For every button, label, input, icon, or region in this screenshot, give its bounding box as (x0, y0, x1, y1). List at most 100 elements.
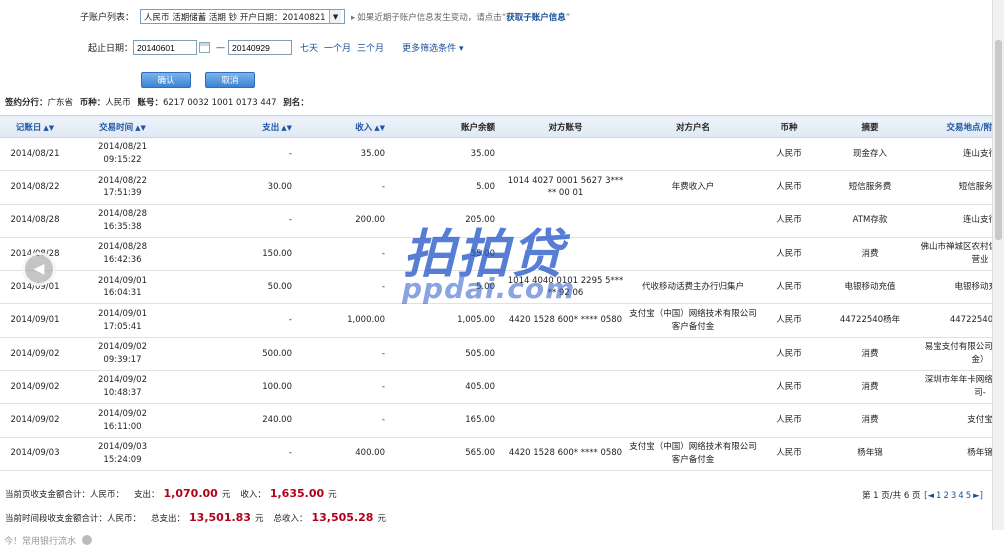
page-info: 第 1 页/共 6 页 (861, 491, 921, 501)
account-select[interactable]: 人民币 活期储蓄 活期 钞 开户日期：20140821 ▼ (140, 9, 346, 24)
page-in-amount: 1,635.00 (269, 487, 325, 500)
account-number-value: 6217 0032 1001 0173 447 (162, 98, 277, 108)
cell-expense: - (175, 303, 300, 338)
cell-post-date: 2014/08/28 (0, 204, 70, 238)
cell-currency: 人民币 (758, 170, 820, 205)
chevron-down-icon[interactable]: ▼ (329, 10, 342, 23)
cell-expense: 50.00 (175, 270, 300, 305)
cell-expense: - (175, 204, 300, 238)
page-link-4[interactable]: 4 (958, 491, 963, 501)
cell-memo: 杨年锦 (820, 437, 920, 471)
cell-income: - (300, 370, 393, 405)
currency-value: 人民币 (105, 98, 131, 108)
cell-income: - (300, 170, 393, 205)
cell-balance: 165.00 (393, 403, 503, 438)
col-header-income[interactable]: 收入 ▲▼ (300, 115, 393, 138)
cell-balance: 1,005.00 (393, 303, 503, 338)
page-first-link[interactable]: [◄ (924, 491, 934, 501)
cell-txn-time: 2014/08/21 09:15:22 (70, 137, 175, 172)
yuan-unit: 元 (221, 490, 231, 500)
calendar-icon[interactable] (199, 42, 211, 53)
page-in-label: 收入： (240, 490, 266, 500)
table-row: 2014/09/03 2014/09/03 15:24:09-400.00 565.0… (0, 437, 1004, 471)
pagination: 第 1 页/共 6 页 [◄ 1 2 3 4 5 ►] (862, 489, 984, 501)
range-out-amount: 13,501.83 (189, 511, 251, 524)
cell-counter-name: 支付宝（中国）网络技术有限公司客户备付金 (628, 437, 758, 471)
cell-currency: 人民币 (758, 437, 820, 471)
table-row: 2014/09/02 2014/09/02 16:11:00 240.00-165.0… (0, 403, 1004, 438)
col-header-label: 收入 (355, 122, 373, 133)
cell-currency: 人民币 (758, 237, 820, 272)
cell-balance: 5.00 (393, 170, 503, 205)
confirm-button[interactable]: 确认 (141, 72, 191, 88)
cell-counter-name: 代收移动话费主办行归集户 (628, 270, 758, 305)
page-out-amount: 1,070.00 (163, 487, 218, 500)
page-last-link[interactable]: ►] (973, 491, 983, 501)
txn-date: 2014/08/28 (98, 208, 147, 219)
cell-currency: 人民币 (758, 204, 820, 238)
cell-expense: - (175, 437, 300, 471)
cell-currency: 人民币 (758, 370, 820, 405)
cancel-button[interactable]: 取消 (205, 72, 255, 88)
col-header-txn-time[interactable]: 交易时间 ▲▼ (70, 115, 175, 138)
page-link-3[interactable]: 3 (951, 491, 956, 501)
txn-clock: 10:48:37 (103, 388, 142, 399)
chevron-down-icon: ▾ (458, 44, 464, 54)
cell-post-date: 2014/09/03 (0, 437, 70, 471)
previous-page-arrow-button[interactable]: ◀ (22, 252, 56, 286)
col-header-post-date[interactable]: 记账日 ▲▼ (0, 115, 70, 138)
quick-3-months-link[interactable]: 三个月 (357, 41, 384, 54)
triangle-right-icon: ▸ (351, 12, 356, 23)
cell-counter-account: 1014 4027 0001 5627 3*** ** 00 01 (503, 170, 628, 205)
cell-income: 35.00 (300, 137, 393, 172)
txn-date: 2014/09/02 (98, 375, 147, 386)
col-header-label: 交易时间 (99, 122, 134, 133)
cell-post-date: 2014/09/02 (0, 337, 70, 372)
quick-1-month-link[interactable]: 一个月 (324, 41, 351, 54)
cell-counter-account: 4420 1528 600* **** 0580 (503, 437, 628, 471)
page-link-2[interactable]: 2 (943, 491, 948, 501)
currency-label: 币种： (79, 98, 106, 108)
scrollbar-thumb[interactable] (995, 40, 1002, 240)
col-header-currency: 币种 (758, 115, 820, 138)
end-date-input[interactable] (228, 40, 293, 55)
cell-counter-name (628, 137, 758, 172)
cell-counter-name (628, 403, 758, 438)
txn-clock: 16:35:38 (103, 221, 142, 232)
account-hint-text: 如果近期子账户信息发生变动，请点击 (357, 12, 502, 23)
cell-txn-time: 2014/08/22 17:51:39 (70, 170, 175, 205)
range-in-label: 总收入： (273, 514, 308, 524)
cell-post-date: 2014/08/21 (0, 137, 70, 172)
start-date-input[interactable] (133, 40, 198, 55)
cell-txn-time: 2014/09/01 16:04:31 (70, 270, 175, 305)
get-account-info-link[interactable]: 获取子账户信息 (506, 13, 566, 23)
cell-expense: 150.00 (175, 237, 300, 272)
cell-memo: 现金存入 (820, 137, 920, 172)
cell-post-date: 2014/09/02 (0, 403, 70, 438)
txn-clock: 16:04:31 (103, 288, 142, 299)
cell-income: - (300, 270, 393, 305)
range-summary: 当前时间段收支金额合计：人民币： 总支出： 13,501.83 元 总收入： 1… (5, 511, 386, 524)
cell-post-date: 2014/09/01 (0, 303, 70, 338)
page-link-5[interactable]: 5 (966, 491, 971, 501)
more-filters-link[interactable]: 更多筛选条件 ▾ (402, 41, 463, 54)
col-header-expense[interactable]: 支出 ▲▼ (175, 115, 300, 138)
sort-icon: ▲▼ (374, 123, 385, 132)
cell-income: 1,000.00 (300, 303, 393, 338)
circle-icon (82, 535, 93, 545)
date-row: 起止日期： — 七天 一个月 三个月 更多筛选条件 ▾ (88, 40, 463, 55)
txn-date: 2014/09/02 (98, 342, 147, 353)
cell-memo: 消费 (820, 403, 920, 438)
vertical-scrollbar[interactable] (992, 0, 1004, 530)
yuan-unit: 元 (254, 514, 264, 524)
cell-expense: 500.00 (175, 337, 300, 372)
cell-txn-time: 2014/08/28 16:35:38 (70, 204, 175, 238)
page-link-1[interactable]: 1 (936, 491, 941, 501)
cell-counter-account: 4420 1528 600* **** 0580 (503, 303, 628, 338)
account-select-value: 人民币 活期储蓄 活期 钞 开户日期：20140821 (144, 12, 326, 23)
cell-counter-account (503, 403, 628, 438)
txn-clock: 16:11:00 (103, 421, 142, 432)
quick-7-days-link[interactable]: 七天 (300, 41, 318, 54)
alias-label: 别名： (283, 98, 309, 108)
cell-txn-time: 2014/09/02 16:11:00 (70, 403, 175, 438)
